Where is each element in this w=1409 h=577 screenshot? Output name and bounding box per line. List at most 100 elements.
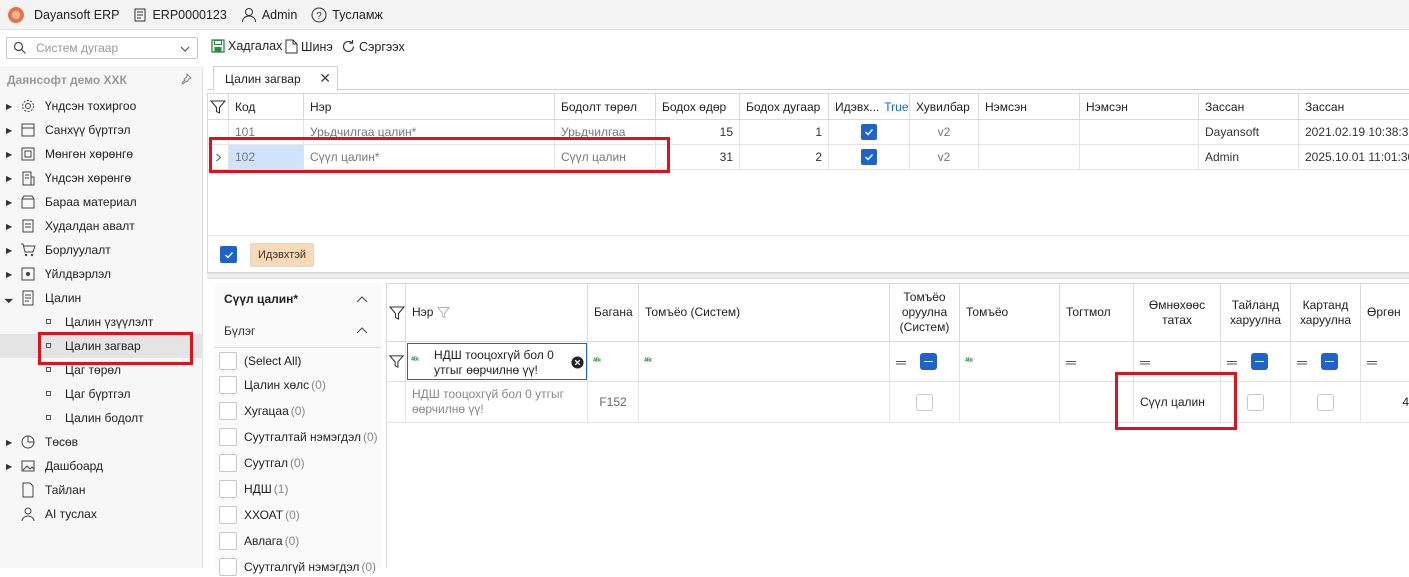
col-header-formula-input-system[interactable]: Томъёо оруулна (Систем) <box>890 284 960 342</box>
cell-width[interactable]: 4 <box>1361 382 1409 423</box>
indeterminate-checkbox[interactable] <box>1250 353 1268 370</box>
expand-arrow-icon[interactable]: ▶ <box>6 246 12 255</box>
active-checkbox[interactable] <box>861 124 877 140</box>
cell-code[interactable]: 102 <box>229 145 304 170</box>
checkbox[interactable] <box>219 532 237 550</box>
expand-arrow-icon[interactable]: ▶ <box>6 438 12 447</box>
sidebar-item-ai-assistant[interactable]: AI туслах <box>0 502 203 526</box>
chevron-up-icon[interactable] <box>356 326 368 334</box>
chevron-down-icon[interactable] <box>179 43 191 55</box>
cell-added-by[interactable] <box>979 120 1080 145</box>
filter-enable-checkbox[interactable] <box>220 246 237 263</box>
sidebar-subitem-salary-calc[interactable]: Цалин бодолт <box>0 406 203 430</box>
cell-edited-by[interactable]: Admin <box>1199 145 1299 170</box>
checkbox[interactable] <box>219 506 237 524</box>
cell-formula-input[interactable] <box>890 382 960 423</box>
indeterminate-checkbox[interactable] <box>919 353 937 370</box>
cell-column[interactable]: F152 <box>588 382 639 423</box>
checkbox[interactable] <box>916 393 933 411</box>
checkbox[interactable] <box>1317 393 1334 411</box>
cell-added-at[interactable] <box>1080 145 1199 170</box>
cell-show-card[interactable] <box>1291 382 1361 423</box>
cell-calc-num[interactable]: 1 <box>740 120 829 145</box>
expand-arrow-icon[interactable]: ▶ <box>6 198 12 207</box>
col-header-show-in-report[interactable]: Тайланд харуулна <box>1221 284 1291 342</box>
cell-calc-type[interactable]: Сүүл цалин <box>555 145 656 170</box>
col-header-calc-type[interactable]: Бодолт төрөл <box>555 94 656 120</box>
sidebar-item-sales[interactable]: ▶ Борлуулалт <box>0 238 203 262</box>
system-number-select[interactable] <box>6 37 198 59</box>
expand-arrow-icon[interactable]: ▶ <box>6 270 12 279</box>
expand-arrow-icon[interactable]: ▶ <box>6 174 12 183</box>
col-header-active[interactable]: Идэвх... True <box>829 94 910 120</box>
column-filter-icon[interactable] <box>437 306 451 319</box>
code-badge[interactable]: ERP0000123 <box>133 8 227 22</box>
expand-arrow-icon[interactable]: ▶ <box>6 222 12 231</box>
col-header-calc-num[interactable]: Бодох дугаар <box>740 94 829 120</box>
expand-arrow-icon[interactable]: ▶ <box>6 150 12 159</box>
cell-active[interactable] <box>829 145 910 170</box>
sidebar-item-budget[interactable]: ▶ Төсөв <box>0 430 203 454</box>
clear-icon[interactable] <box>571 356 584 369</box>
cell-calc-num[interactable]: 2 <box>740 145 829 170</box>
show-report-filter-cell[interactable]: ═ <box>1221 342 1291 382</box>
checkbox[interactable] <box>219 480 237 498</box>
checkbox[interactable] <box>219 376 237 394</box>
cell-edited-at[interactable]: 2021.02.19 10:38:39 <box>1299 120 1409 145</box>
filter-icon[interactable] <box>389 354 404 369</box>
filter-option[interactable]: Хугацаа (0) <box>219 401 305 421</box>
cell-show-report[interactable] <box>1221 382 1291 423</box>
cell-name[interactable]: Урьдчилгаа цалин* <box>304 120 555 145</box>
sidebar-item-salary[interactable]: ◢ Цалин <box>0 286 203 310</box>
show-card-filter-cell[interactable]: ═ <box>1291 342 1361 382</box>
filter-column[interactable] <box>387 284 406 342</box>
col-header-formula-system[interactable]: Томъёо (Систем) <box>639 284 890 342</box>
active-filter-true[interactable]: True <box>884 100 908 114</box>
checkbox[interactable] <box>219 558 237 576</box>
cell-active[interactable] <box>829 120 910 145</box>
name-filter-cell[interactable]: ᴬᴮᶜ НДШ тооцохгүй бол 0 утгыг өөрчилнө ү… <box>406 342 588 382</box>
sidebar-item-finance[interactable]: ▶ Санхүү бүртгэл <box>0 118 203 142</box>
sidebar-item-purchase[interactable]: ▶ Худалдан авалт <box>0 214 203 238</box>
cell-version[interactable]: v2 <box>910 145 979 170</box>
col-header-column[interactable]: Багана <box>588 284 639 342</box>
constant-filter-cell[interactable]: ═ <box>1060 342 1134 382</box>
filter-chip[interactable]: Идэвхтэй <box>250 243 315 267</box>
filter-row-icon-cell[interactable] <box>387 342 406 382</box>
col-header-show-in-card[interactable]: Картанд харуулна <box>1291 284 1361 342</box>
checkbox[interactable] <box>219 428 237 446</box>
checkbox[interactable] <box>219 454 237 472</box>
filter-icon[interactable] <box>210 99 226 115</box>
collapse-arrow-icon[interactable]: ◢ <box>4 293 15 304</box>
cell-carry-previous[interactable]: Сүүл цалин <box>1134 382 1221 423</box>
row-indicator[interactable] <box>387 382 406 423</box>
col-header-edited-by[interactable]: Зассан <box>1199 94 1299 120</box>
cell-calc-type[interactable]: Урьдчилгаа <box>555 120 656 145</box>
expand-arrow-icon[interactable]: ▶ <box>6 102 12 111</box>
sidebar-item-settings[interactable]: ▶ Үндсэн тохиргоо <box>0 94 203 118</box>
sidebar-item-inventory[interactable]: ▶ Бараа материал <box>0 190 203 214</box>
cell-code[interactable]: 101 <box>229 120 304 145</box>
col-header-code[interactable]: Код <box>229 94 304 120</box>
filter-option[interactable]: Суутгал (0) <box>219 453 305 473</box>
cell-added-at[interactable] <box>1080 120 1199 145</box>
col-header-added-by[interactable]: Нэмсэн <box>979 94 1080 120</box>
sidebar-item-report[interactable]: Тайлан <box>0 478 203 502</box>
checkbox[interactable] <box>219 352 237 370</box>
filter-option-select-all[interactable]: (Select All) <box>219 351 303 371</box>
col-header-constant[interactable]: Тогтмол <box>1060 284 1134 342</box>
col-header-width[interactable]: Өргөн <box>1361 284 1409 342</box>
carry-previous-filter-cell[interactable]: ═ <box>1134 342 1221 382</box>
active-checkbox[interactable] <box>861 149 877 165</box>
col-header-name[interactable]: Нэр <box>304 94 555 120</box>
sidebar-item-cash[interactable]: ▶ Мөнгөн хөрөнгө <box>0 142 203 166</box>
col-header-calc-day[interactable]: Бодох өдөр <box>656 94 740 120</box>
filter-option[interactable]: НДШ (1) <box>219 479 288 499</box>
filter-icon[interactable] <box>389 305 405 321</box>
filter-option[interactable]: Цалин хөлс (0) <box>219 375 326 395</box>
cell-calc-day[interactable]: 15 <box>656 120 740 145</box>
expand-arrow-icon[interactable]: ▶ <box>6 126 12 135</box>
formula-filter-cell[interactable]: ᴬᴮᶜ <box>960 342 1060 382</box>
sidebar-item-dashboard[interactable]: ▶ Дашбоард <box>0 454 203 478</box>
sidebar-subitem-time-type[interactable]: Цаг төрөл <box>0 358 203 382</box>
